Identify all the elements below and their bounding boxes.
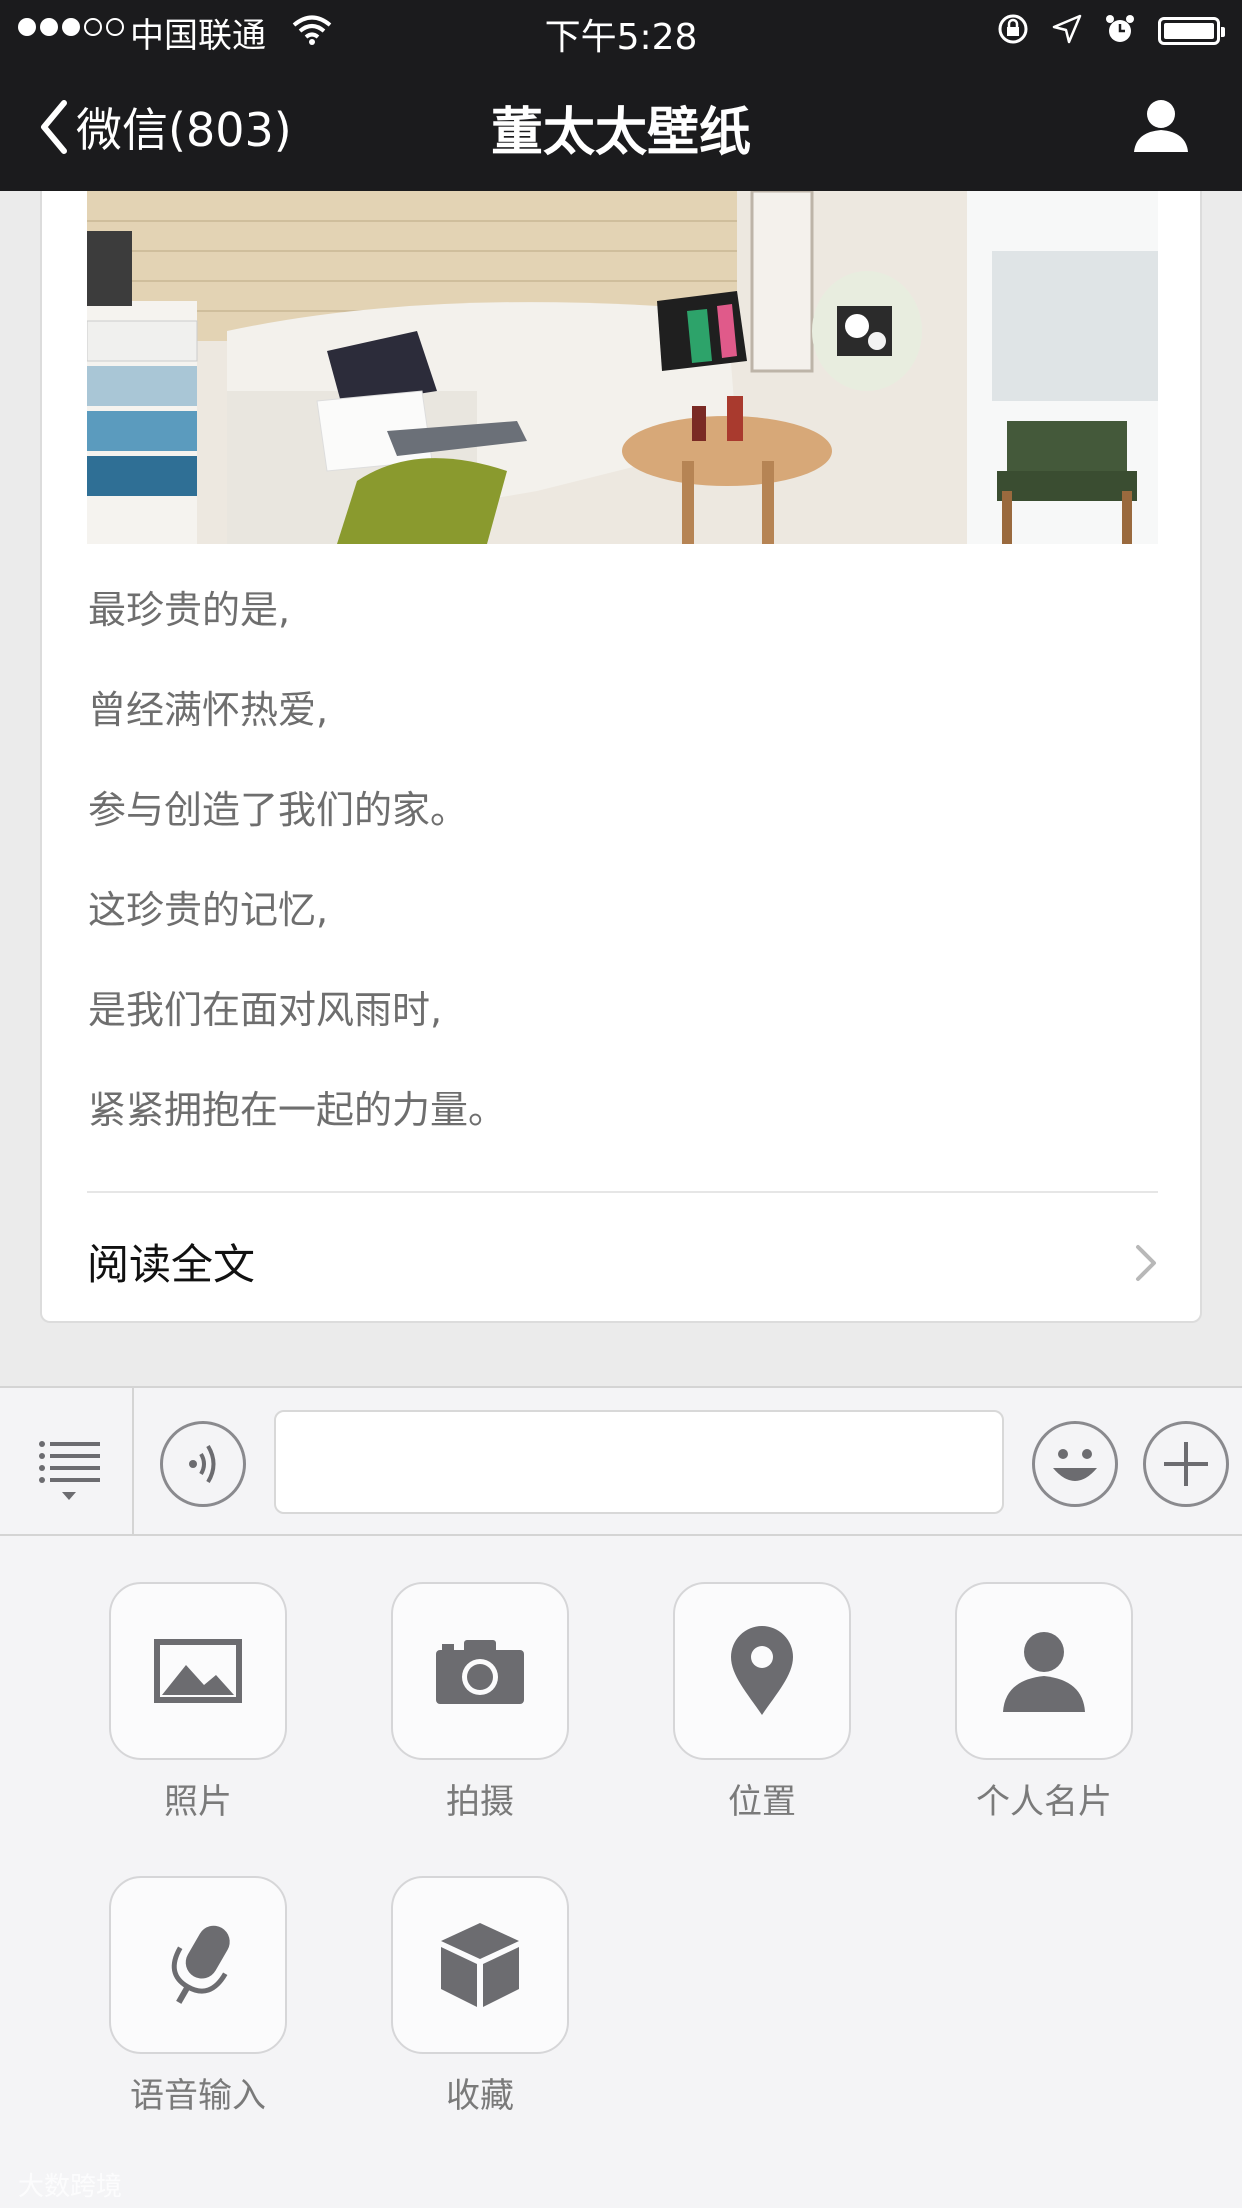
menu-toggle-button[interactable] <box>0 1388 134 1534</box>
message-input[interactable] <box>274 1410 1004 1514</box>
battery-icon <box>1158 17 1225 45</box>
list-menu-icon <box>39 1441 100 1500</box>
article-line: 参与创造了我们的家。 <box>88 788 469 832</box>
panel-item-label: 收藏 <box>446 2076 514 2116</box>
rotation-lock-icon <box>996 12 1030 50</box>
article-card: 最珍贵的是, 曾经满怀热爱, 参与创造了我们的家。 这珍贵的记忆, 是我们在面对… <box>40 191 1202 1323</box>
camera-icon <box>436 1640 524 1704</box>
navigation-bar: 微信(803) 董太太壁纸 <box>0 60 1242 191</box>
panel-item-label: 照片 <box>164 1782 232 1822</box>
panel-item-photos[interactable]: 照片 <box>98 1582 298 1823</box>
alarm-icon <box>1104 13 1136 49</box>
back-button[interactable]: 微信(803) <box>38 94 292 160</box>
contact-card-icon <box>1003 1632 1085 1712</box>
watermark: 大数跨境 <box>18 2172 123 2202</box>
microphone-icon <box>171 1925 230 2004</box>
plus-icon <box>1164 1442 1208 1486</box>
location-icon <box>731 1626 793 1715</box>
location-arrow-icon <box>1052 14 1082 48</box>
chevron-left-icon <box>41 100 67 154</box>
top-bar: 中国联通 下午5:28 微信(803) 董太太壁纸 <box>0 0 1242 191</box>
attachment-panel: 照片 拍摄 位置 个人名片 语音输入 收藏 <box>0 1536 1242 2208</box>
article-line: 紧紧拥抱在一起的力量。 <box>88 1088 507 1132</box>
panel-item-camera[interactable]: 拍摄 <box>380 1582 580 1823</box>
emoji-button[interactable] <box>1032 1421 1118 1507</box>
panel-item-favorites[interactable]: 收藏 <box>380 1876 580 2117</box>
photo-icon <box>154 1639 242 1703</box>
panel-item-label: 个人名片 <box>976 1782 1112 1822</box>
panel-item-label: 拍摄 <box>446 1782 514 1822</box>
favorites-box-icon <box>441 1923 519 2007</box>
panel-item-voice-input[interactable]: 语音输入 <box>98 1876 298 2117</box>
article-line: 曾经满怀热爱, <box>88 688 329 732</box>
article-text: 最珍贵的是, 曾经满怀热爱, 参与创造了我们的家。 这珍贵的记忆, 是我们在面对… <box>88 586 506 1186</box>
status-bar: 中国联通 下午5:28 <box>0 0 1242 60</box>
profile-button[interactable] <box>1132 96 1190 158</box>
divider <box>87 1191 1158 1193</box>
article-image[interactable] <box>87 191 1158 544</box>
voice-wave-icon <box>189 1444 216 1484</box>
chevron-right-icon <box>1136 1245 1156 1281</box>
read-more-label: 阅读全文 <box>87 1240 256 1289</box>
panel-item-label: 语音输入 <box>130 2076 266 2116</box>
more-options-button[interactable] <box>1143 1421 1229 1507</box>
panel-item-location[interactable]: 位置 <box>662 1582 862 1823</box>
article-line: 是我们在面对风雨时, <box>88 988 443 1032</box>
read-more-link[interactable]: 阅读全文 <box>87 1231 1158 1301</box>
panel-item-contact-card[interactable]: 个人名片 <box>944 1582 1144 1823</box>
back-label: 微信(803) <box>76 103 292 157</box>
article-line: 这珍贵的记忆, <box>88 888 329 932</box>
article-line: 最珍贵的是, <box>88 588 291 632</box>
user-icon <box>1134 100 1188 152</box>
panel-item-label: 位置 <box>728 1782 796 1822</box>
chat-input-bar <box>0 1386 1242 1536</box>
voice-input-button[interactable] <box>160 1421 246 1507</box>
smiley-icon <box>1053 1449 1097 1481</box>
